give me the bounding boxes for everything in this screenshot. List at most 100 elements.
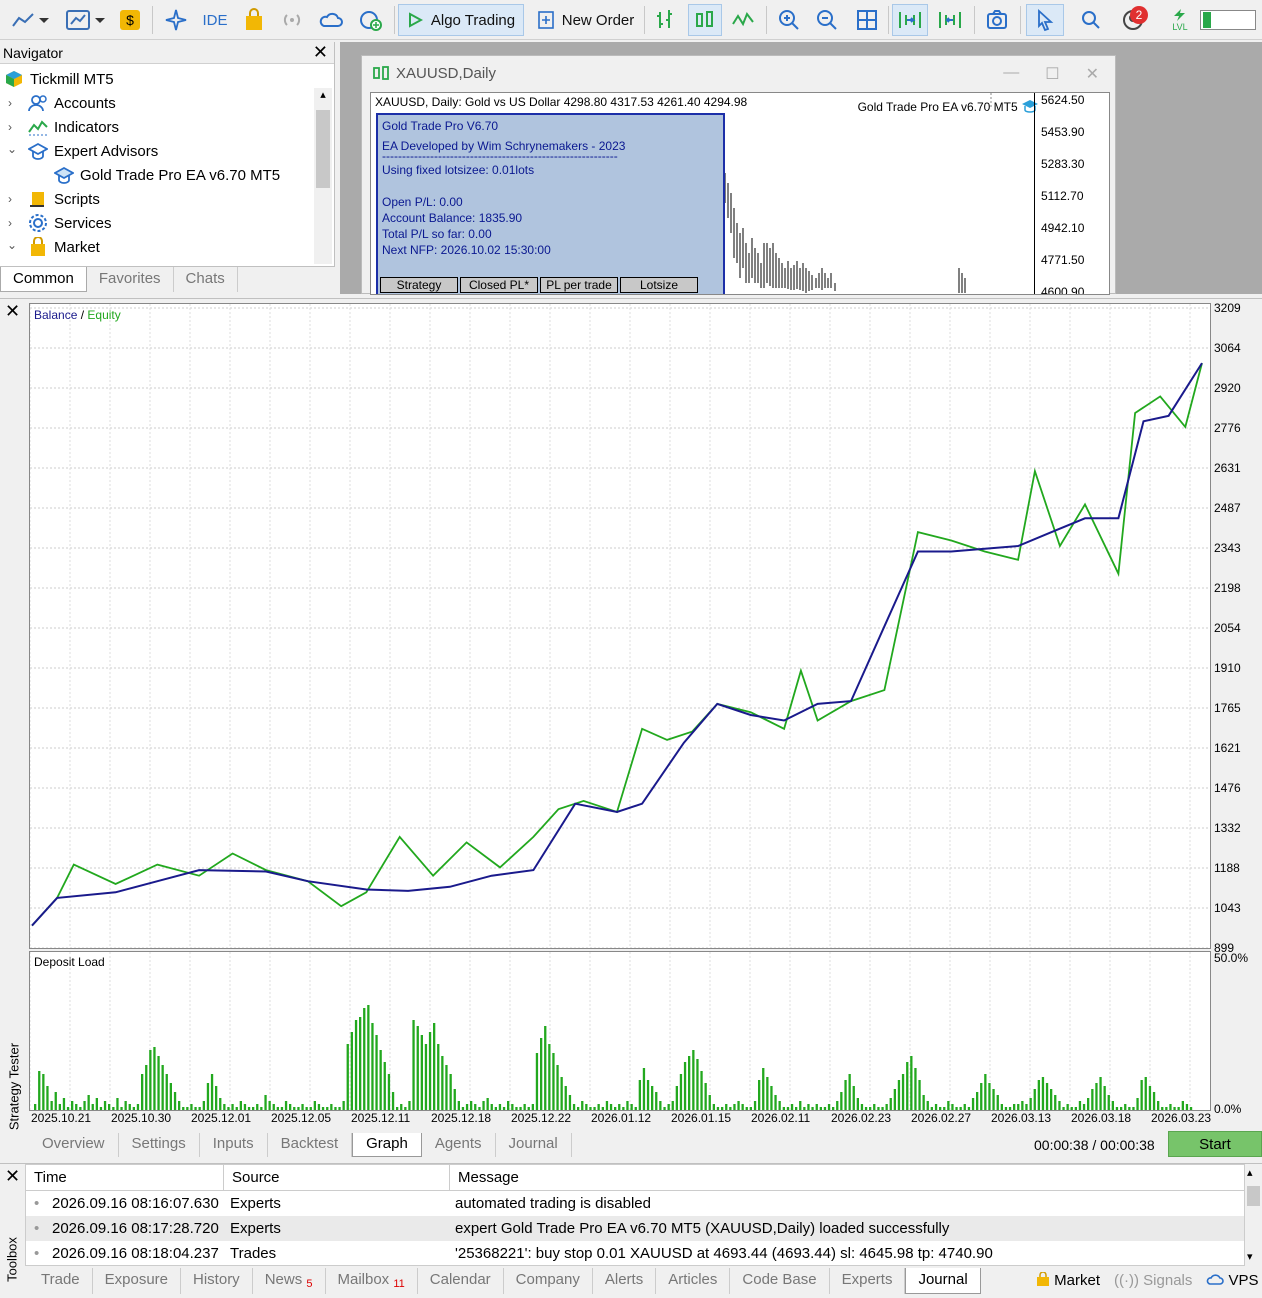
nav-item-market[interactable]: Market xyxy=(28,235,100,259)
table-row[interactable]: • 2026.09.16 08:17:28.720 Experts expert… xyxy=(26,1216,1244,1241)
load-bar xyxy=(1115,1107,1119,1110)
tab-alerts[interactable]: Alerts xyxy=(593,1268,657,1294)
vps-link[interactable]: VPS xyxy=(1206,1272,1259,1289)
nav-item-accounts[interactable]: Accounts xyxy=(28,91,116,115)
nav-item-services[interactable]: Services xyxy=(28,211,112,235)
tab-backtest[interactable]: Backtest xyxy=(268,1133,353,1157)
candlestick-button[interactable] xyxy=(688,4,722,36)
chevron-down-icon[interactable]: ⌄ xyxy=(7,142,17,156)
load-bar xyxy=(1165,1107,1168,1110)
nav-item-indicators[interactable]: Indicators xyxy=(28,115,119,139)
close-icon[interactable]: ✕ xyxy=(313,42,328,63)
tab-overview[interactable]: Overview xyxy=(29,1133,119,1157)
load-bar xyxy=(42,1074,45,1110)
tab-mailbox[interactable]: Mailbox 11 xyxy=(326,1268,418,1294)
load-bar xyxy=(741,1104,744,1110)
tab-agents[interactable]: Agents xyxy=(422,1133,496,1157)
scroll-up-icon[interactable]: ▴ xyxy=(316,88,330,102)
col-source[interactable]: Source xyxy=(224,1165,450,1191)
market-button[interactable] xyxy=(238,4,270,36)
col-message[interactable]: Message xyxy=(450,1165,1244,1191)
auto-scroll-button[interactable] xyxy=(892,4,928,36)
load-bar xyxy=(704,1083,707,1110)
nav-item-tickmill[interactable]: Tickmill MT5 xyxy=(4,67,114,91)
new-order-button[interactable]: New Order xyxy=(530,4,640,36)
account-button[interactable]: 2 xyxy=(1112,4,1154,36)
deposit-load-chart[interactable]: Deposit Load xyxy=(29,951,1211,1111)
panel-balance: Account Balance: 1835.90 xyxy=(382,211,523,225)
chart-shift-button[interactable] xyxy=(932,4,968,36)
load-bar xyxy=(881,1107,884,1110)
tab-favorites[interactable]: Favorites xyxy=(87,267,174,292)
table-row[interactable]: • 2026.09.16 08:16:07.630 Experts automa… xyxy=(26,1191,1244,1216)
navigator-scrollbar[interactable]: ▴ ▾ xyxy=(314,88,332,264)
tab-company[interactable]: Company xyxy=(504,1268,593,1294)
line-chart-button[interactable] xyxy=(726,4,760,36)
chevron-right-icon[interactable]: › xyxy=(8,96,12,110)
price-chart[interactable]: XAUUSD, Daily: Gold vs US Dollar 4298.80… xyxy=(370,92,1110,295)
algo-trading-button[interactable]: Algo Trading xyxy=(398,4,524,36)
chevron-right-icon[interactable]: › xyxy=(8,120,12,134)
minimize-icon[interactable]: — xyxy=(1003,64,1019,84)
nav-item-scripts[interactable]: Scripts xyxy=(28,187,100,211)
tab-articles[interactable]: Articles xyxy=(656,1268,731,1294)
log-scrollbar[interactable]: ▴ ▾ xyxy=(1245,1164,1262,1266)
start-button[interactable]: Start xyxy=(1168,1131,1262,1157)
chevron-down-icon[interactable]: ⌄ xyxy=(7,238,17,252)
nav-item-gold-trade-pro[interactable]: Gold Trade Pro EA v6.70 MT5 xyxy=(54,163,280,187)
scrollbar-thumb[interactable] xyxy=(316,110,330,188)
search-button[interactable] xyxy=(1074,4,1108,36)
community-button[interactable] xyxy=(354,4,388,36)
tab-code-base[interactable]: Code Base xyxy=(730,1268,830,1294)
signals-button[interactable] xyxy=(276,4,308,36)
load-bar xyxy=(729,1107,732,1110)
nav-item-expert-advisors[interactable]: Expert Advisors xyxy=(28,139,158,163)
ide-button[interactable]: IDE xyxy=(198,4,232,36)
tab-history[interactable]: History xyxy=(181,1268,253,1294)
scroll-up-icon[interactable]: ▴ xyxy=(1247,1166,1253,1179)
y-tick-label: 2631 xyxy=(1214,461,1241,475)
ai-assistant-button[interactable] xyxy=(160,4,192,36)
cursor-button[interactable] xyxy=(1026,4,1064,36)
tab-journal[interactable]: Journal xyxy=(496,1133,572,1157)
templates-button[interactable] xyxy=(62,4,110,36)
screenshot-button[interactable] xyxy=(980,4,1014,36)
new-chart-button[interactable] xyxy=(6,4,58,36)
vps-button[interactable] xyxy=(314,4,348,36)
tab-news[interactable]: News 5 xyxy=(253,1268,326,1294)
deposit-button[interactable]: $ xyxy=(114,4,146,36)
chart-window-titlebar[interactable]: XAUUSD,Daily — ☐ ✕ xyxy=(362,56,1115,90)
tab-inputs[interactable]: Inputs xyxy=(200,1133,268,1157)
tab-common[interactable]: Common xyxy=(0,267,87,292)
tab-settings[interactable]: Settings xyxy=(119,1133,200,1157)
scroll-down-icon[interactable]: ▾ xyxy=(1247,1250,1253,1263)
close-icon[interactable]: ✕ xyxy=(5,1166,20,1187)
toolbox-tabs: Trade Exposure History News 5 Mailbox 11… xyxy=(29,1268,981,1294)
col-time[interactable]: Time xyxy=(26,1165,224,1191)
maximize-icon[interactable]: ☐ xyxy=(1045,64,1059,84)
zoom-out-button[interactable] xyxy=(810,4,844,36)
tab-journal[interactable]: Journal xyxy=(905,1268,981,1294)
chevron-right-icon[interactable]: › xyxy=(8,192,12,206)
zoom-in-button[interactable] xyxy=(772,4,806,36)
balance-equity-graph[interactable]: Balance / Equity xyxy=(29,303,1211,949)
tab-experts[interactable]: Experts xyxy=(830,1268,906,1294)
zoom-out-icon xyxy=(817,10,837,30)
close-icon[interactable]: ✕ xyxy=(1086,64,1099,84)
tile-windows-button[interactable] xyxy=(850,4,884,36)
row-time: 2026.09.16 08:18:04.237 xyxy=(52,1245,219,1262)
close-icon[interactable]: ✕ xyxy=(5,301,20,322)
tab-trade[interactable]: Trade xyxy=(29,1268,93,1294)
bar-chart-button[interactable] xyxy=(648,4,682,36)
tab-calendar[interactable]: Calendar xyxy=(418,1268,504,1294)
panel-open-pl: Open P/L: 0.00 xyxy=(382,195,463,209)
tab-graph[interactable]: Graph xyxy=(352,1133,422,1157)
tab-exposure[interactable]: Exposure xyxy=(93,1268,182,1294)
chevron-right-icon[interactable]: › xyxy=(8,216,12,230)
tab-chats[interactable]: Chats xyxy=(174,267,238,292)
table-row[interactable]: • 2026.09.16 08:18:04.237 Trades '253682… xyxy=(26,1241,1244,1266)
market-link[interactable]: Market xyxy=(1036,1271,1100,1289)
signals-link[interactable]: ((·)) Signals xyxy=(1114,1272,1192,1289)
scrollbar-thumb[interactable] xyxy=(1247,1186,1260,1206)
level-button[interactable]: LVL xyxy=(1164,4,1196,36)
